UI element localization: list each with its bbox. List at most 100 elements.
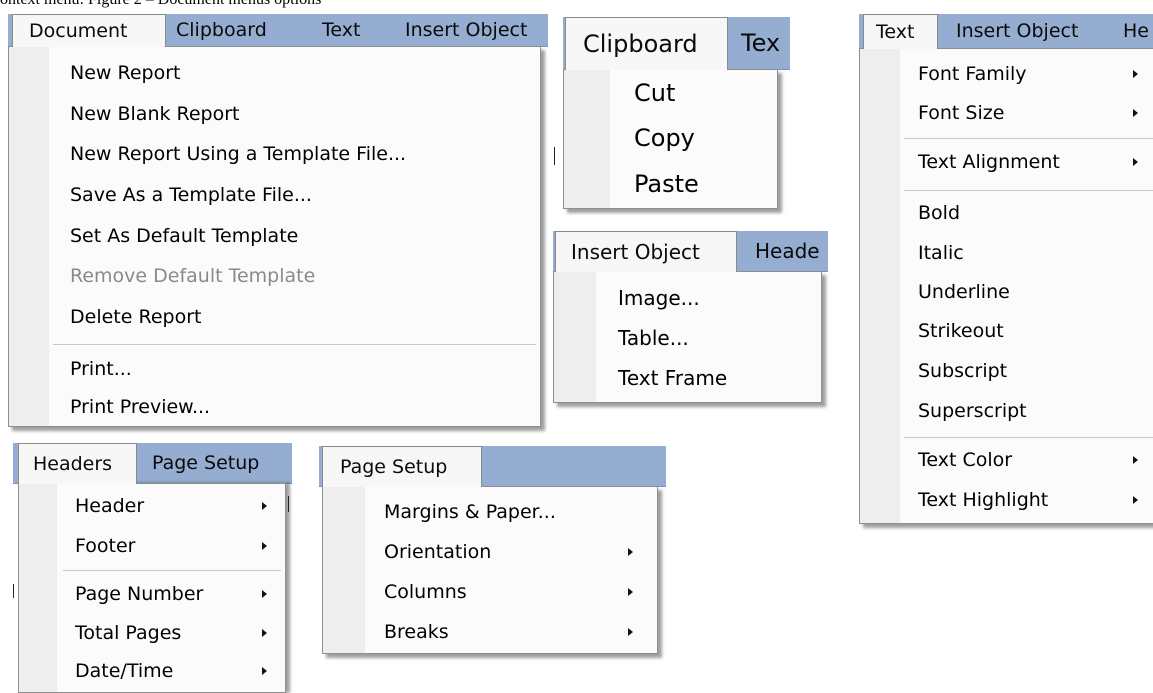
clipboard-dropdown: Cut Copy Paste (563, 69, 778, 209)
menu-item-label: Breaks (384, 621, 449, 643)
tab-page-setup[interactable]: Page Setup (322, 446, 482, 487)
menu-item-page-number[interactable]: Page Number (19, 574, 285, 614)
document-menu-panel: Document Clipboard Text Insert Object Ne… (8, 14, 558, 434)
chevron-right-icon (1133, 158, 1138, 166)
menu-item-text-frame[interactable]: Text Frame (554, 358, 821, 398)
menu-item-columns[interactable]: Columns (323, 572, 657, 612)
menu-item-breaks[interactable]: Breaks (323, 612, 657, 652)
page-setup-dropdown: Margins & Paper... Orientation Columns B… (322, 486, 658, 654)
menu-item-table[interactable]: Table... (554, 318, 821, 358)
menu-item-print-preview[interactable]: Print Preview... (9, 388, 540, 426)
menu-item-label: Date/Time (75, 660, 174, 682)
menu-item-footer[interactable]: Footer (19, 526, 285, 566)
menu-item-underline[interactable]: Underline (860, 273, 1153, 311)
insert-object-dropdown: Image... Table... Text Frame (553, 271, 822, 403)
menu-item-text-highlight[interactable]: Text Highlight (860, 480, 1153, 520)
tab-text[interactable]: Text (322, 14, 360, 46)
chevron-right-icon (628, 548, 633, 556)
chevron-right-icon (262, 667, 267, 675)
menu-item-superscript[interactable]: Superscript (860, 391, 1153, 431)
menu-item-label: Footer (75, 535, 136, 557)
tab-text[interactable]: Tex (741, 17, 790, 69)
menu-item-orientation[interactable]: Orientation (323, 532, 657, 572)
text-menu-panel: Text Insert Object He Font Family Font S… (859, 14, 1153, 534)
menu-item-save-as-template[interactable]: Save As a Template File... (9, 174, 540, 216)
tab-page-setup[interactable]: Page Setup (152, 443, 292, 483)
tab-headers[interactable]: Headers (18, 443, 137, 484)
chevron-right-icon (1133, 109, 1138, 117)
menu-item-text-color[interactable]: Text Color (860, 440, 1153, 480)
menu-item-label: Text Color (918, 449, 1013, 471)
menu-item-bold[interactable]: Bold (860, 193, 1153, 233)
menu-item-label: Header (75, 495, 145, 517)
clipboard-menu-panel: Clipboard Tex Cut Copy Paste (563, 17, 793, 217)
menu-separator (904, 138, 1153, 139)
figure-caption: ontext menu: Figure 2 – Document menus o… (0, 0, 321, 9)
menu-bar: Page Setup (319, 446, 666, 487)
page-setup-menu-panel: Page Setup Margins & Paper... Orientatio… (319, 446, 669, 661)
chevron-right-icon (1133, 496, 1138, 504)
menu-item-label: Columns (384, 581, 467, 603)
menu-item-date-time[interactable]: Date/Time (19, 652, 285, 690)
menu-bar: Text Insert Object He (859, 14, 1153, 49)
menu-item-margins-paper[interactable]: Margins & Paper... (323, 492, 657, 532)
menu-item-label: Page Number (75, 583, 204, 605)
tab-text[interactable]: Text (863, 14, 938, 49)
menu-item-new-report-template[interactable]: New Report Using a Template File... (9, 134, 540, 174)
tab-clipboard[interactable]: Clipboard (174, 14, 267, 46)
menu-bar: Document Clipboard Text Insert Object (8, 14, 548, 47)
tab-clipboard[interactable]: Clipboard (565, 17, 728, 70)
menu-item-text-alignment[interactable]: Text Alignment (860, 141, 1153, 183)
chevron-right-icon (262, 590, 267, 598)
menu-separator (904, 190, 1153, 191)
menu-item-image[interactable]: Image... (554, 278, 821, 318)
headers-dropdown: Header Footer Page Number Total Pages Da… (18, 483, 286, 693)
chevron-right-icon (628, 628, 633, 636)
menu-item-strikeout[interactable]: Strikeout (860, 311, 1153, 351)
menu-item-delete-report[interactable]: Delete Report (9, 296, 540, 338)
menu-item-label: Orientation (384, 541, 492, 563)
insert-object-menu-panel: Insert Object Heade Image... Table... Te… (553, 231, 831, 411)
menu-item-label: Text Alignment (918, 151, 1060, 173)
chevron-right-icon (262, 629, 267, 637)
tab-document[interactable]: Document (12, 14, 166, 47)
text-dropdown: Font Family Font Size Text Alignment Bol… (859, 48, 1153, 524)
menu-item-print[interactable]: Print... (9, 350, 540, 388)
chevron-right-icon (262, 542, 267, 550)
menu-item-label: Font Size (918, 102, 1005, 124)
menu-item-new-report[interactable]: New Report (9, 52, 540, 94)
chevron-right-icon (1133, 70, 1138, 78)
menu-item-copy[interactable]: Copy (564, 114, 777, 162)
tab-insert-object[interactable]: Insert Object (555, 231, 737, 272)
tab-insert-object[interactable]: Insert Object (405, 14, 548, 46)
document-background-line (554, 147, 555, 165)
document-background-line (13, 584, 14, 598)
menu-separator (904, 437, 1153, 438)
tab-headers[interactable]: He (1123, 14, 1153, 48)
menu-item-label: Font Family (918, 63, 1027, 85)
document-background-line (288, 496, 289, 512)
chevron-right-icon (628, 588, 633, 596)
menu-item-italic[interactable]: Italic (860, 233, 1153, 273)
menu-item-total-pages[interactable]: Total Pages (19, 614, 285, 652)
menu-bar: Insert Object Heade (553, 231, 828, 272)
menu-item-subscript[interactable]: Subscript (860, 351, 1153, 391)
menu-separator (63, 570, 281, 571)
menu-item-set-default-template[interactable]: Set As Default Template (9, 216, 540, 256)
menu-bar: Clipboard Tex (563, 17, 790, 70)
menu-item-remove-default-template: Remove Default Template (70, 265, 316, 287)
menu-item-label: Total Pages (75, 622, 182, 644)
menu-bar: Headers Page Setup (13, 443, 292, 484)
chevron-right-icon (1133, 456, 1138, 464)
menu-item-label: Text Highlight (918, 489, 1049, 511)
tab-headers[interactable]: Heade (755, 231, 828, 271)
menu-item-header[interactable]: Header (19, 486, 285, 526)
tab-insert-object[interactable]: Insert Object (956, 14, 1078, 48)
menu-item-font-family[interactable]: Font Family (860, 54, 1153, 94)
menu-item-new-blank-report[interactable]: New Blank Report (9, 94, 540, 134)
chevron-right-icon (262, 502, 267, 510)
menu-item-cut[interactable]: Cut (564, 72, 777, 114)
menu-item-paste[interactable]: Paste (564, 162, 777, 206)
menu-item-font-size[interactable]: Font Size (860, 94, 1153, 132)
menu-separator (53, 344, 536, 345)
